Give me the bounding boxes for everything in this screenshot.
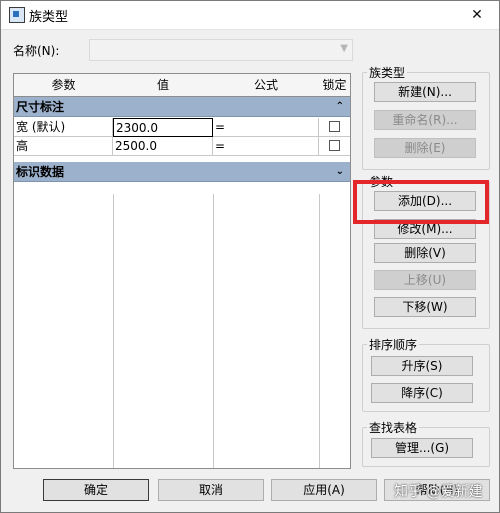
collapse-icon[interactable]: ⌃ [336,97,344,117]
delete-parameter-button[interactable]: 删除(V) [374,243,476,263]
chevron-down-icon: ▼ [340,43,348,54]
name-combobox[interactable]: ▼ [89,39,353,61]
cancel-button[interactable]: 取消 [158,479,264,501]
column-divider [319,194,320,468]
manage-lookup-tables-button[interactable]: 管理...(G) [371,438,473,458]
parameter-grid[interactable]: 参数 值 公式 锁定 尺寸标注 ⌃ 宽 (默认) 2300.0 = 高 2500… [13,73,351,469]
sort-descending-button[interactable]: 降序(C) [371,383,473,403]
lookup-tables-label: 查找表格 [367,419,420,436]
window-title: 族类型 [29,10,69,25]
lock-checkbox[interactable] [329,140,340,151]
sort-ascending-button[interactable]: 升序(S) [371,356,473,376]
move-down-button[interactable]: 下移(W) [374,297,476,317]
value-cell-height[interactable]: 2500.0 [113,137,213,156]
lock-checkbox[interactable] [329,121,340,132]
sort-order-label: 排序顺序 [367,336,420,353]
highlight-box [353,180,489,224]
lock-cell-height [319,137,350,156]
expand-icon[interactable]: ⌄ [336,162,344,182]
table-row-param[interactable]: 宽 (默认) [14,118,113,137]
watermark-text: 知乎 @爱新建 [394,484,483,500]
new-type-button[interactable]: 新建(N)... [374,82,476,102]
table-row-param[interactable]: 高 [14,137,113,156]
close-icon[interactable]: ✕ [455,1,499,29]
group-title: 尺寸标注 [16,100,65,114]
family-types-dialog: 族类型 ✕ 名称(N): ▼ 参数 值 公式 锁定 尺寸标注 ⌃ 宽 (默认) … [0,0,500,513]
name-label: 名称(N): [13,44,60,58]
group-title: 标识数据 [16,165,65,179]
formula-cell-width[interactable]: = [213,118,319,137]
column-header-value[interactable]: 值 [113,74,214,97]
family-types-label: 族类型 [367,64,408,81]
title-bar: 族类型 ✕ [1,1,499,30]
delete-type-button[interactable]: 删除(E) [374,138,476,158]
group-header-identity-data[interactable]: 标识数据 ⌄ [14,162,350,182]
group-header-dimensions[interactable]: 尺寸标注 ⌃ [14,97,350,117]
column-header-lock[interactable]: 锁定 [319,74,350,97]
app-icon [9,7,25,23]
apply-button[interactable]: 应用(A) [271,479,377,501]
ok-button[interactable]: 确定 [43,479,149,501]
column-header-parameter[interactable]: 参数 [14,74,114,97]
value-cell-width[interactable]: 2300.0 [113,118,213,137]
rename-type-button[interactable]: 重命名(R)... [374,110,476,130]
formula-cell-height[interactable]: = [213,137,319,156]
column-divider [113,194,114,468]
column-header-formula[interactable]: 公式 [213,74,320,97]
move-up-button[interactable]: 上移(U) [374,270,476,290]
lock-cell-width [319,118,350,137]
column-divider [213,194,214,468]
